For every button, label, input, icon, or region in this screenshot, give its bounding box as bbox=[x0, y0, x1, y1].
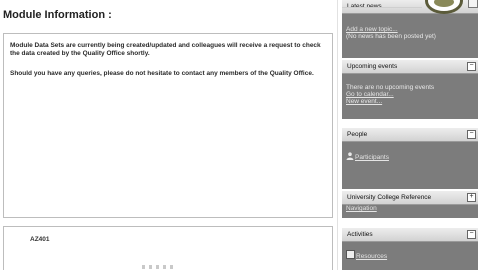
expand-icon[interactable]: + bbox=[467, 193, 476, 202]
block-body: Add a new topic... (No news has been pos… bbox=[346, 26, 474, 40]
block-body: There are no upcoming events Go to calen… bbox=[346, 84, 474, 105]
participants-link[interactable]: Participants bbox=[346, 152, 389, 161]
block-upcoming-events: Upcoming events − There are no upcoming … bbox=[342, 60, 478, 119]
module-info-box: Module Data Sets are currently being cre… bbox=[3, 33, 333, 218]
no-events-text: There are no upcoming events bbox=[346, 84, 435, 91]
block-body: Navigation bbox=[346, 205, 474, 212]
block-title: Activities bbox=[347, 231, 373, 238]
info-paragraph-2: Should you have any queries, please do n… bbox=[10, 70, 314, 77]
block-latest-news: Latest news Add a new topic... (No news … bbox=[342, 0, 478, 58]
navigation-link[interactable]: Navigation bbox=[346, 205, 474, 212]
block-header: Activities − bbox=[342, 228, 478, 242]
column-divider bbox=[337, 0, 338, 270]
module-box: AZ401 bbox=[3, 226, 333, 270]
logo-emblem bbox=[434, 0, 454, 7]
block-people: People − Participants bbox=[342, 128, 478, 189]
resource-icon bbox=[346, 250, 355, 259]
block-university-reference: University College Reference + Navigatio… bbox=[342, 191, 478, 218]
calendar-link[interactable]: Go to calendar... bbox=[346, 91, 474, 98]
sidebar: Latest news Add a new topic... (No news … bbox=[340, 0, 480, 270]
divider bbox=[342, 7, 422, 8]
block-body: Resources bbox=[346, 250, 474, 260]
collapse-icon[interactable]: − bbox=[467, 130, 476, 139]
block-header: People − bbox=[342, 128, 478, 142]
add-topic-link[interactable]: Add a new topic... bbox=[346, 26, 474, 33]
no-news-text: (No news has been posted yet) bbox=[346, 33, 436, 40]
info-paragraph-1: Module Data Sets are currently being cre… bbox=[10, 42, 321, 57]
new-event-link[interactable]: New event... bbox=[346, 98, 474, 105]
collapse-icon[interactable]: − bbox=[467, 62, 476, 71]
block-title: People bbox=[347, 131, 368, 138]
page-title: Module Information : bbox=[3, 9, 112, 21]
block-header: University College Reference + bbox=[342, 191, 478, 205]
collapse-icon[interactable]: − bbox=[467, 230, 476, 239]
resources-link[interactable]: Resources bbox=[346, 250, 388, 260]
block-activities: Activities − Resources bbox=[342, 228, 478, 270]
loading-indicator bbox=[142, 265, 182, 271]
block-title: Upcoming events bbox=[347, 63, 398, 70]
resources-label: Resources bbox=[356, 253, 388, 260]
dock-button[interactable] bbox=[468, 0, 478, 8]
block-header: Upcoming events − bbox=[342, 60, 478, 74]
people-icon bbox=[346, 152, 354, 160]
module-code: AZ401 bbox=[30, 236, 50, 243]
block-body: Participants bbox=[346, 152, 474, 161]
participants-label: Participants bbox=[355, 154, 389, 161]
main-content: Module Information : Module Data Sets ar… bbox=[0, 0, 337, 270]
block-title: University College Reference bbox=[347, 194, 432, 201]
